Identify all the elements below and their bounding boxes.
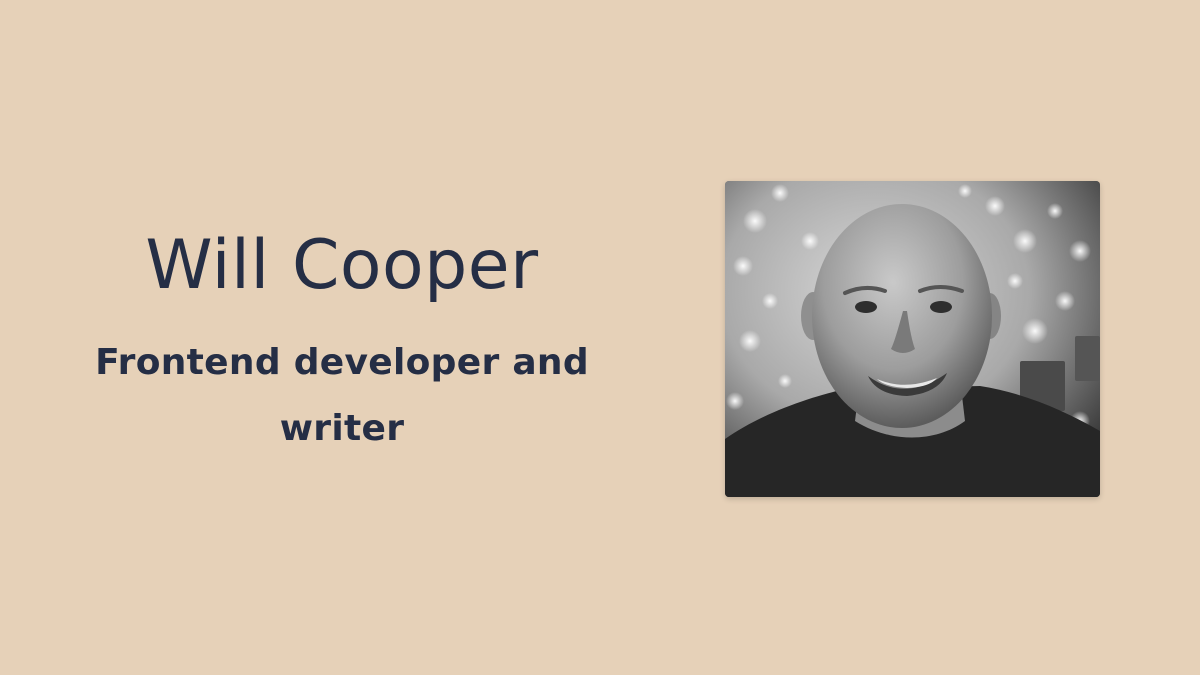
intro-text-block: Will Cooper Frontend developer and write… xyxy=(80,222,604,462)
person-tagline: Frontend developer and writer xyxy=(95,342,589,449)
portrait-photo xyxy=(725,181,1100,497)
portrait-illustration xyxy=(725,181,1100,497)
person-name: Will Cooper xyxy=(145,226,539,305)
